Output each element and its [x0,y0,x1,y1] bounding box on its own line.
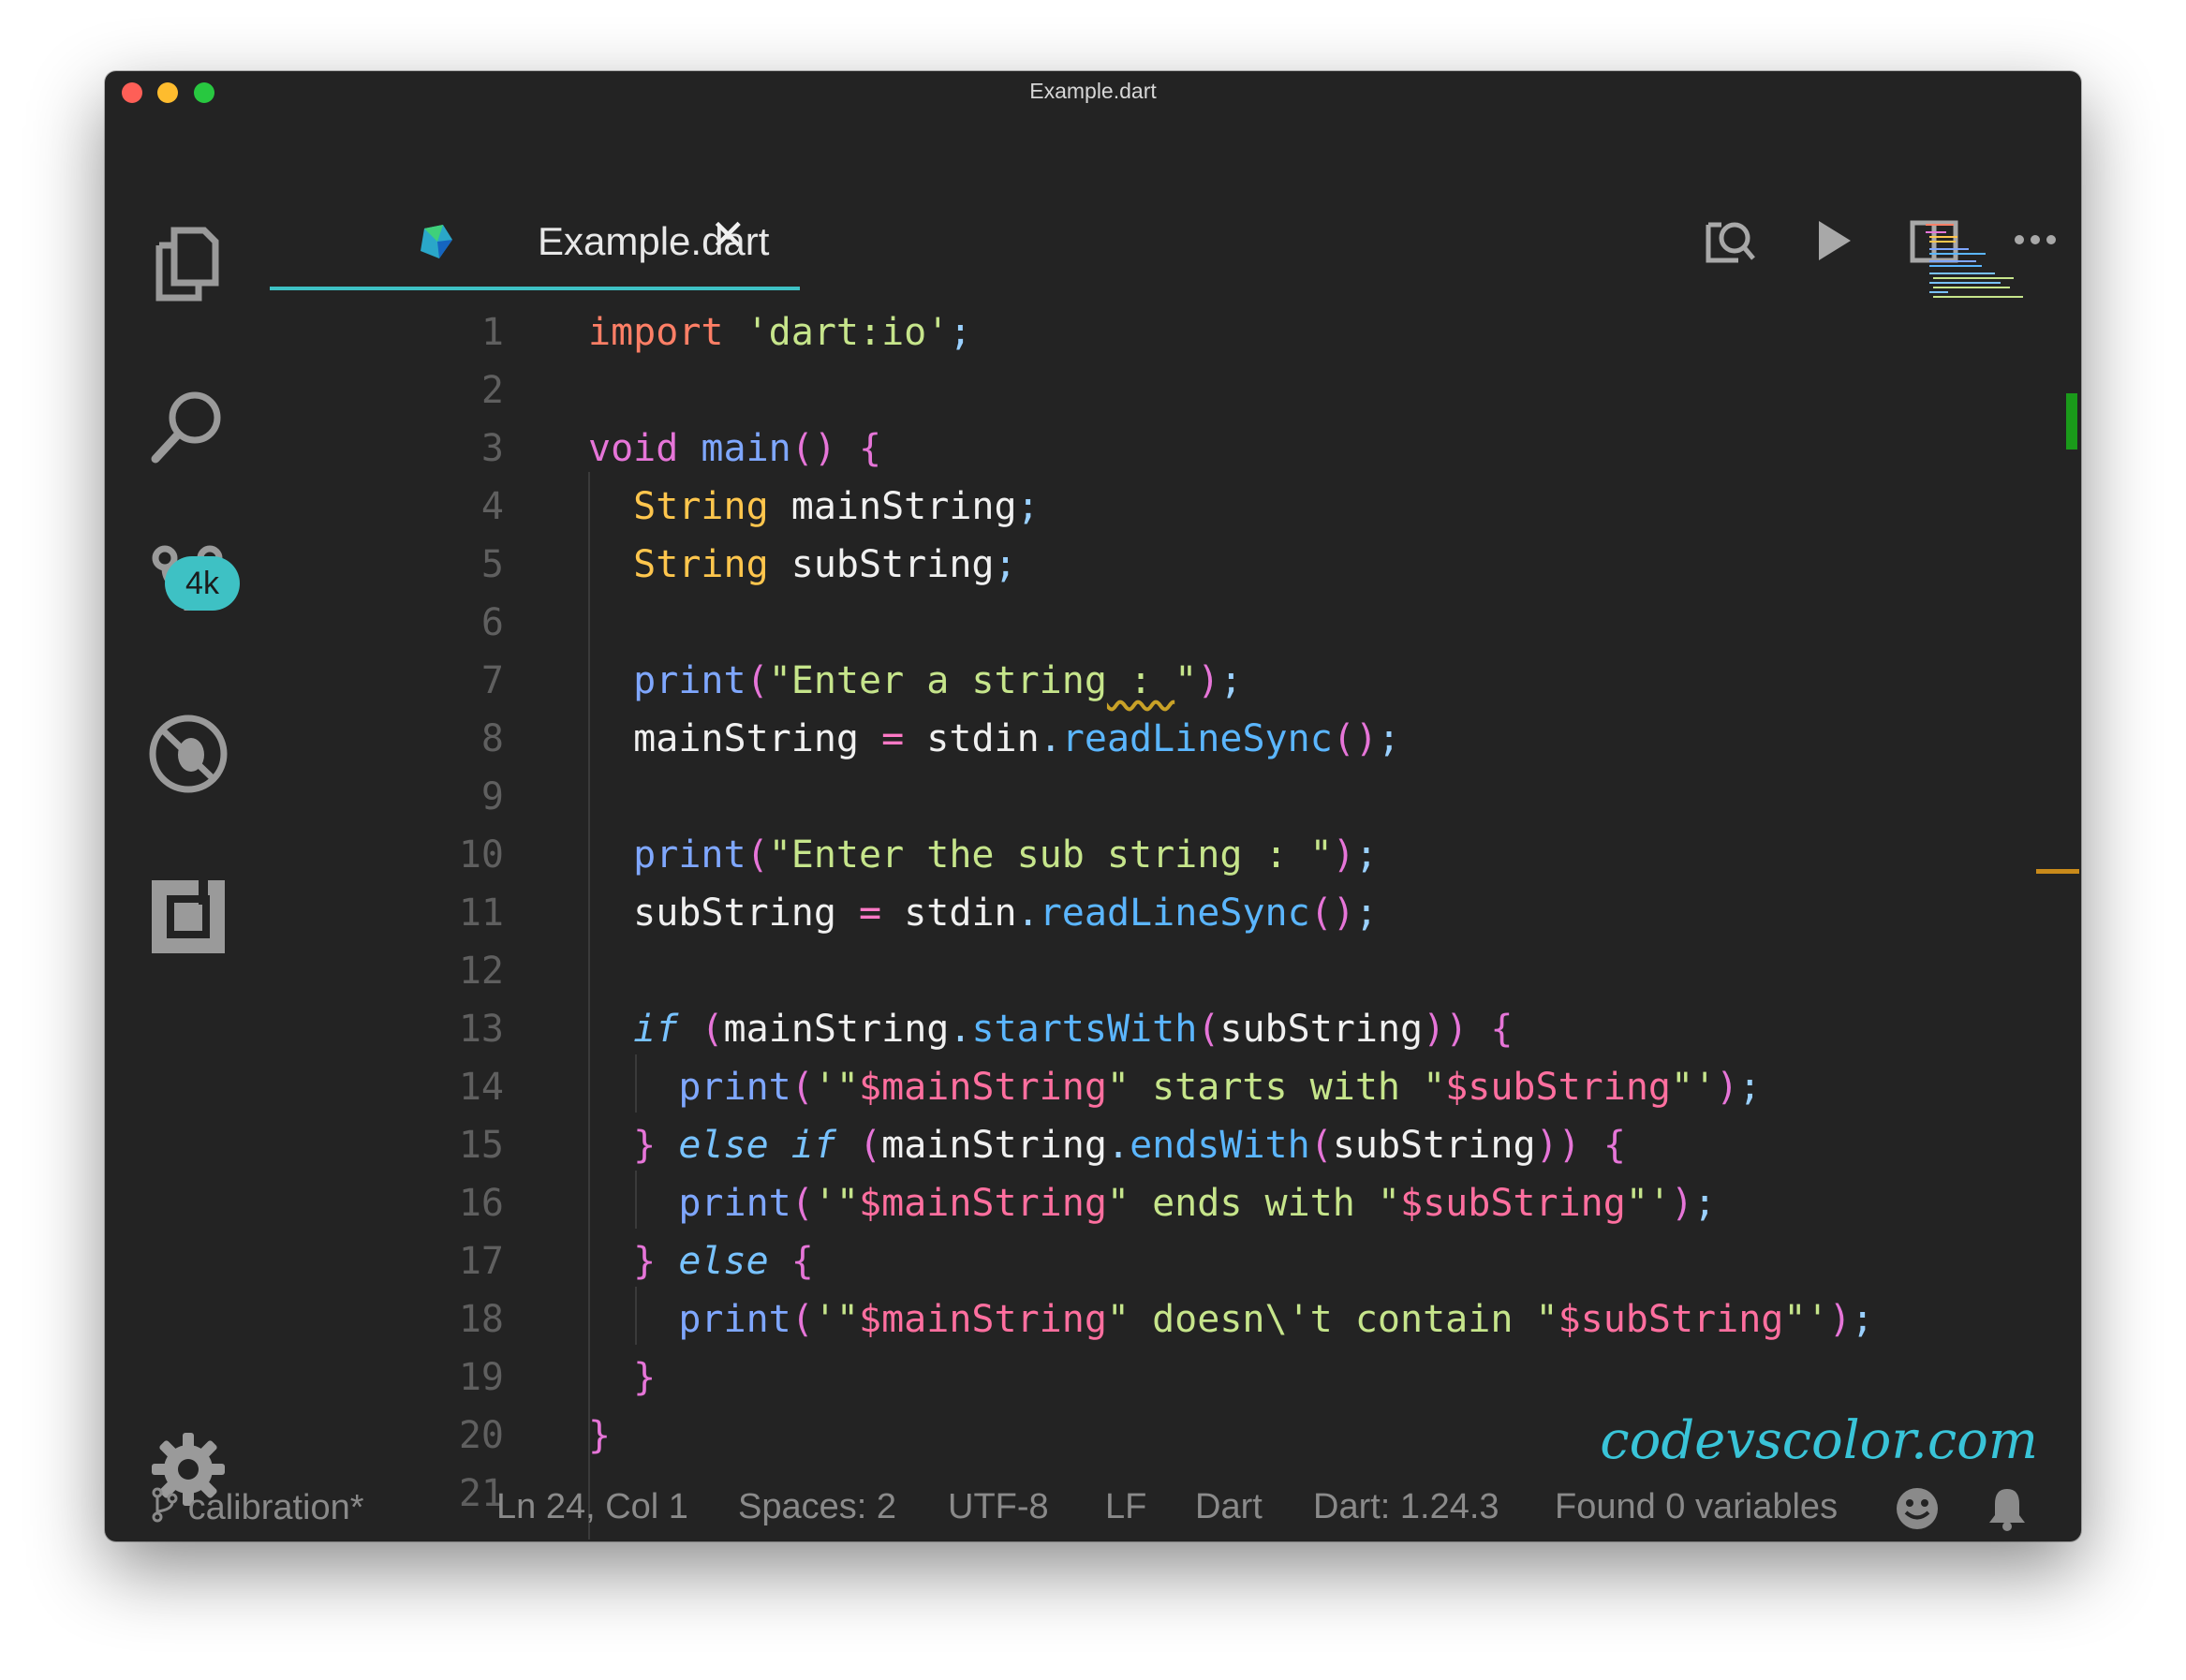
indentation-setting[interactable]: Spaces: 2 [738,1487,896,1527]
branch-indicator[interactable]: calibration* [150,1487,364,1532]
code-line[interactable]: 11 subString = stdin.readLineSync(); [270,884,2031,942]
code-line[interactable]: 12 [270,942,2031,1000]
activity-bar: 4k [105,112,266,1506]
dart-icon [415,221,456,267]
line-number: 20 [458,1414,504,1457]
line-number: 6 [480,601,504,644]
code-line[interactable]: 18 print('"$mainString" doesn\'t contain… [270,1290,2031,1348]
language-mode[interactable]: Dart [1195,1487,1263,1527]
code-line[interactable]: 13 if (mainString.startsWith(subString))… [270,1000,2031,1058]
line-number: 7 [480,659,504,702]
line-number: 17 [458,1240,504,1283]
code-text: String mainString; [633,485,1040,528]
code-line[interactable]: 15 } else if (mainString.endsWith(subStr… [270,1116,2031,1174]
feedback-smiley-icon[interactable] [1894,1485,1941,1541]
open-preview-icon[interactable] [1701,212,1759,270]
code-line[interactable]: 17 } else { [270,1232,2031,1290]
tab-example-dart[interactable]: Example.dart ✕ [270,193,769,290]
line-number: 18 [458,1298,504,1341]
dart-version[interactable]: Dart: 1.24.3 [1313,1487,1499,1527]
line-number: 19 [458,1356,504,1399]
code-line[interactable]: 2 [270,361,2031,420]
code-text: import 'dart:io'; [588,311,972,354]
line-number: 2 [480,369,504,412]
code-line[interactable]: 6 [270,594,2031,652]
branch-name: calibration* [187,1488,364,1527]
code-text: mainString = stdin.readLineSync(); [633,717,1401,760]
code-line[interactable]: 8 mainString = stdin.readLineSync(); [270,710,2031,768]
window-title: Example.dart [1029,79,1157,103]
code-line[interactable]: 7 print("Enter a string : "); [270,652,2031,710]
line-number: 12 [458,950,504,993]
code-text: if (mainString.startsWith(subString)) { [633,1008,1514,1051]
code-line[interactable]: 9 [270,768,2031,826]
code-text: print('"$mainString" ends with "$subStri… [678,1182,1717,1225]
line-number: 1 [480,311,504,354]
search-icon[interactable] [146,384,230,468]
debug-icon[interactable] [146,712,230,796]
code-line[interactable]: 4 String mainString; [270,478,2031,536]
eol-setting[interactable]: LF [1105,1487,1146,1527]
code-line[interactable]: 19 } [270,1348,2031,1407]
line-number: 8 [480,717,504,760]
code-text: } else { [633,1240,814,1283]
code-text: subString = stdin.readLineSync(); [633,892,1378,935]
notifications-bell-icon[interactable] [1986,1485,2029,1541]
scrollbar-warning-marker [2036,869,2079,874]
code-text: void main() { [588,427,882,470]
explorer-icon[interactable] [146,221,230,305]
line-number: 14 [458,1066,504,1109]
line-number: 9 [480,775,504,818]
line-number: 3 [480,427,504,470]
code-line[interactable]: 14 print('"$mainString" starts with "$su… [270,1058,2031,1116]
code-line[interactable]: 10 print("Enter the sub string : "); [270,826,2031,884]
status-bar: calibration* Ln 24, Col 1 Spaces: 2 UTF-… [105,1480,2081,1541]
code-line[interactable]: 16 print('"$mainString" ends with "$subS… [270,1174,2031,1232]
watermark: codevscolor.com [1600,1410,2038,1471]
code-text: String subString; [633,543,1017,586]
code-text: print("Enter the sub string : "); [633,833,1378,877]
line-number: 11 [458,892,504,935]
line-number: 10 [458,833,504,877]
scrollbar-change-marker [2066,393,2077,449]
code-text: } [633,1356,657,1399]
active-tab-indicator [270,287,800,290]
editor-window: Example.dart 4k Example.dart ✕ 1 import … [105,71,2081,1541]
line-number: 16 [458,1182,504,1225]
encoding-setting[interactable]: UTF-8 [948,1487,1049,1527]
code-text: } [588,1414,612,1457]
extensions-icon[interactable] [146,875,230,959]
code-line[interactable]: 5 String subString; [270,536,2031,594]
code-text: print('"$mainString" doesn\'t contain "$… [678,1298,1874,1341]
line-number: 13 [458,1008,504,1051]
run-icon[interactable] [1804,212,1862,270]
code-line[interactable]: 1 import 'dart:io'; [270,303,2031,361]
code-line[interactable]: 3 void main() { [270,420,2031,478]
line-number: 15 [458,1124,504,1167]
code-text: } else if (mainString.endsWith(subString… [633,1124,1626,1167]
cursor-position[interactable]: Ln 24, Col 1 [496,1487,688,1527]
code-text: print("Enter a string : "); [633,659,1243,702]
source-control-badge: 4k [165,556,240,611]
line-number: 4 [480,485,504,528]
close-tab-icon[interactable]: ✕ [710,214,746,257]
title-bar: Example.dart [105,71,2081,112]
line-number: 5 [480,543,504,586]
branch-icon [150,1487,178,1532]
code-text: print('"$mainString" starts with "$subSt… [678,1066,1762,1109]
variables-status[interactable]: Found 0 variables [1555,1487,1838,1527]
code-editor[interactable]: 1 import 'dart:io'; 2 3 void main() { 4 Strin… [270,292,2031,1540]
